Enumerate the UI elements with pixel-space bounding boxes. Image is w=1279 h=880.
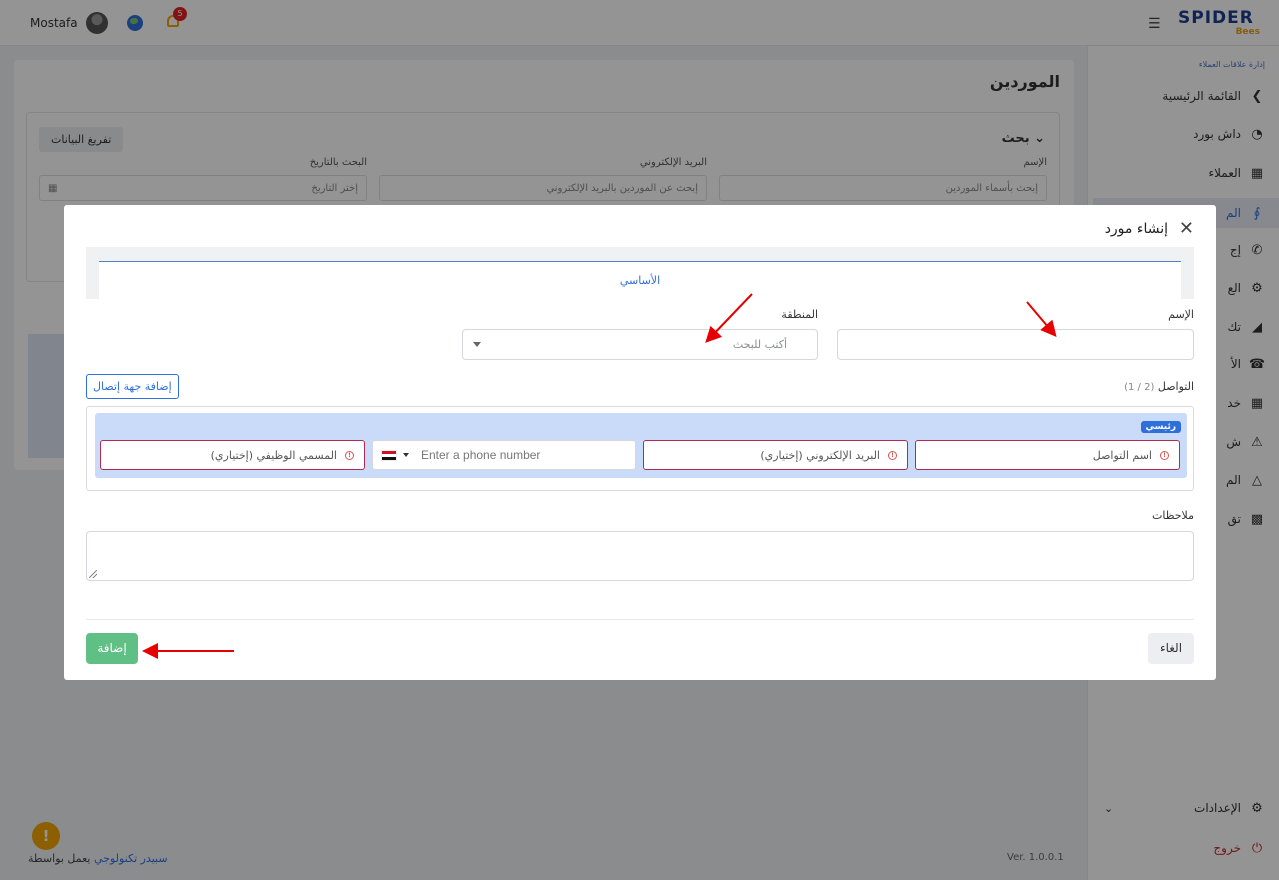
add-contact-button[interactable]: إضافة جهة إتصال	[86, 374, 179, 399]
region-label: المنطقة	[781, 308, 818, 321]
chevron-down-icon	[473, 342, 481, 347]
main-contact-badge: رئيسي	[1140, 421, 1181, 433]
tabs-container: الأساسي	[86, 247, 1194, 299]
contact-phone-input[interactable]: Enter a phone number	[372, 440, 636, 470]
cancel-button[interactable]: الغاء	[1148, 633, 1194, 664]
country-dropdown-icon[interactable]	[403, 453, 409, 457]
notes-textarea[interactable]	[86, 531, 1194, 581]
name-input[interactable]	[837, 329, 1194, 360]
region-select[interactable]: أكتب للبحث	[462, 329, 818, 360]
error-icon: !	[888, 450, 897, 460]
close-icon[interactable]: ✕	[1179, 219, 1194, 239]
error-icon: !	[345, 450, 354, 460]
modal-divider	[86, 619, 1194, 620]
contact-job-title-input[interactable]: المسمي الوظيفي (إختياري) !	[100, 440, 365, 470]
contact-email-input[interactable]: البريد الإلكتروني (إختياري) !	[643, 440, 908, 470]
add-button[interactable]: إضافة	[86, 633, 138, 664]
contacts-list: رئيسي اسم التواصل ! البريد الإلكتروني (إ…	[86, 406, 1194, 491]
tab-basic[interactable]: الأساسي	[99, 261, 1181, 299]
contact-row: رئيسي اسم التواصل ! البريد الإلكتروني (إ…	[95, 413, 1187, 478]
contact-name-input[interactable]: اسم التواصل !	[915, 440, 1180, 470]
resize-handle-icon[interactable]	[89, 570, 97, 578]
egypt-flag-icon[interactable]	[381, 449, 397, 461]
tab-basic-label: الأساسي	[619, 274, 661, 287]
create-supplier-modal: إنشاء مورد ✕ الأساسي الإسم المنطقة أكتب …	[64, 205, 1216, 680]
error-icon: !	[1160, 450, 1169, 460]
modal-title: إنشاء مورد	[1104, 221, 1168, 237]
contacts-label: (1 / 2) التواصل	[1124, 380, 1194, 393]
name-label: الإسم	[1168, 308, 1194, 321]
contacts-count: (1 / 2)	[1124, 382, 1155, 393]
notes-label: ملاحظات	[1152, 509, 1194, 522]
